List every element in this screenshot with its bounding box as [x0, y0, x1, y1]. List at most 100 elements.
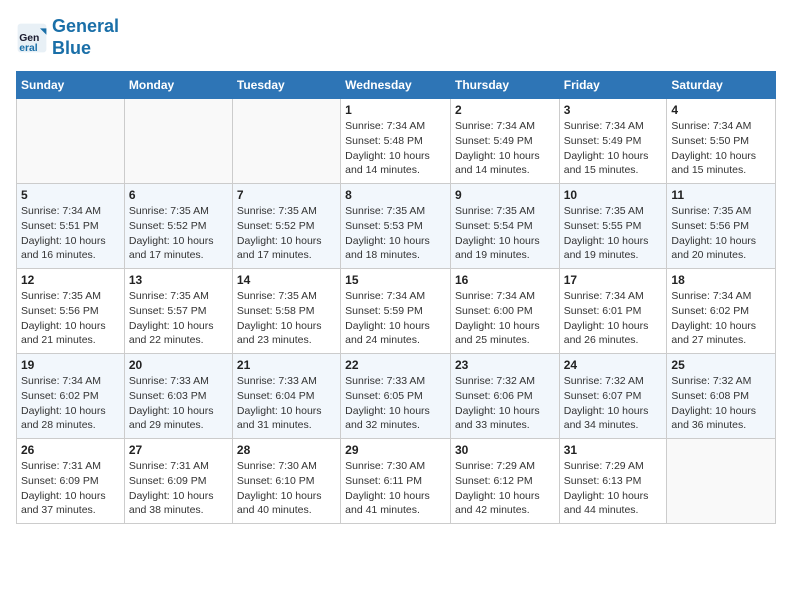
- day-info: Sunrise: 7:34 AMSunset: 5:50 PMDaylight:…: [671, 119, 771, 178]
- day-number: 26: [21, 443, 120, 457]
- day-info: Sunrise: 7:32 AMSunset: 6:07 PMDaylight:…: [564, 374, 663, 433]
- day-number: 20: [129, 358, 228, 372]
- calendar-cell: 28 Sunrise: 7:30 AMSunset: 6:10 PMDaylig…: [232, 439, 340, 524]
- calendar-table: SundayMondayTuesdayWednesdayThursdayFrid…: [16, 71, 776, 524]
- calendar-week-row: 5 Sunrise: 7:34 AMSunset: 5:51 PMDayligh…: [17, 184, 776, 269]
- day-number: 7: [237, 188, 336, 202]
- calendar-week-row: 19 Sunrise: 7:34 AMSunset: 6:02 PMDaylig…: [17, 354, 776, 439]
- day-number: 30: [455, 443, 555, 457]
- day-info: Sunrise: 7:33 AMSunset: 6:05 PMDaylight:…: [345, 374, 446, 433]
- calendar-cell: 23 Sunrise: 7:32 AMSunset: 6:06 PMDaylig…: [450, 354, 559, 439]
- day-number: 19: [21, 358, 120, 372]
- calendar-cell: 26 Sunrise: 7:31 AMSunset: 6:09 PMDaylig…: [17, 439, 125, 524]
- calendar-cell: 30 Sunrise: 7:29 AMSunset: 6:12 PMDaylig…: [450, 439, 559, 524]
- calendar-cell: [232, 99, 340, 184]
- day-number: 3: [564, 103, 663, 117]
- calendar-cell: 6 Sunrise: 7:35 AMSunset: 5:52 PMDayligh…: [124, 184, 232, 269]
- logo: Gen eral GeneralBlue: [16, 16, 119, 59]
- day-info: Sunrise: 7:35 AMSunset: 5:54 PMDaylight:…: [455, 204, 555, 263]
- day-info: Sunrise: 7:35 AMSunset: 5:52 PMDaylight:…: [237, 204, 336, 263]
- day-number: 10: [564, 188, 663, 202]
- day-info: Sunrise: 7:29 AMSunset: 6:12 PMDaylight:…: [455, 459, 555, 518]
- calendar-cell: 5 Sunrise: 7:34 AMSunset: 5:51 PMDayligh…: [17, 184, 125, 269]
- day-number: 28: [237, 443, 336, 457]
- calendar-cell: 1 Sunrise: 7:34 AMSunset: 5:48 PMDayligh…: [341, 99, 451, 184]
- logo-text: GeneralBlue: [52, 16, 119, 59]
- day-number: 16: [455, 273, 555, 287]
- day-number: 24: [564, 358, 663, 372]
- day-number: 18: [671, 273, 771, 287]
- logo-icon: Gen eral: [16, 22, 48, 54]
- calendar-cell: 24 Sunrise: 7:32 AMSunset: 6:07 PMDaylig…: [559, 354, 667, 439]
- day-info: Sunrise: 7:30 AMSunset: 6:10 PMDaylight:…: [237, 459, 336, 518]
- day-number: 14: [237, 273, 336, 287]
- day-info: Sunrise: 7:29 AMSunset: 6:13 PMDaylight:…: [564, 459, 663, 518]
- calendar-cell: 13 Sunrise: 7:35 AMSunset: 5:57 PMDaylig…: [124, 269, 232, 354]
- day-info: Sunrise: 7:35 AMSunset: 5:56 PMDaylight:…: [21, 289, 120, 348]
- day-number: 8: [345, 188, 446, 202]
- calendar-cell: 11 Sunrise: 7:35 AMSunset: 5:56 PMDaylig…: [667, 184, 776, 269]
- day-number: 15: [345, 273, 446, 287]
- header-wednesday: Wednesday: [341, 72, 451, 99]
- day-number: 11: [671, 188, 771, 202]
- day-number: 27: [129, 443, 228, 457]
- day-info: Sunrise: 7:33 AMSunset: 6:04 PMDaylight:…: [237, 374, 336, 433]
- day-number: 4: [671, 103, 771, 117]
- header-tuesday: Tuesday: [232, 72, 340, 99]
- calendar-week-row: 1 Sunrise: 7:34 AMSunset: 5:48 PMDayligh…: [17, 99, 776, 184]
- calendar-cell: 25 Sunrise: 7:32 AMSunset: 6:08 PMDaylig…: [667, 354, 776, 439]
- day-info: Sunrise: 7:34 AMSunset: 5:49 PMDaylight:…: [564, 119, 663, 178]
- calendar-cell: 21 Sunrise: 7:33 AMSunset: 6:04 PMDaylig…: [232, 354, 340, 439]
- day-info: Sunrise: 7:35 AMSunset: 5:57 PMDaylight:…: [129, 289, 228, 348]
- calendar-cell: [17, 99, 125, 184]
- day-info: Sunrise: 7:34 AMSunset: 5:48 PMDaylight:…: [345, 119, 446, 178]
- calendar-cell: 20 Sunrise: 7:33 AMSunset: 6:03 PMDaylig…: [124, 354, 232, 439]
- calendar-cell: 8 Sunrise: 7:35 AMSunset: 5:53 PMDayligh…: [341, 184, 451, 269]
- day-info: Sunrise: 7:34 AMSunset: 6:02 PMDaylight:…: [671, 289, 771, 348]
- calendar-cell: 10 Sunrise: 7:35 AMSunset: 5:55 PMDaylig…: [559, 184, 667, 269]
- header-friday: Friday: [559, 72, 667, 99]
- day-number: 2: [455, 103, 555, 117]
- day-number: 22: [345, 358, 446, 372]
- day-info: Sunrise: 7:34 AMSunset: 6:02 PMDaylight:…: [21, 374, 120, 433]
- day-info: Sunrise: 7:30 AMSunset: 6:11 PMDaylight:…: [345, 459, 446, 518]
- day-info: Sunrise: 7:34 AMSunset: 5:49 PMDaylight:…: [455, 119, 555, 178]
- header-saturday: Saturday: [667, 72, 776, 99]
- calendar-cell: 9 Sunrise: 7:35 AMSunset: 5:54 PMDayligh…: [450, 184, 559, 269]
- day-info: Sunrise: 7:34 AMSunset: 6:01 PMDaylight:…: [564, 289, 663, 348]
- calendar-cell: 15 Sunrise: 7:34 AMSunset: 5:59 PMDaylig…: [341, 269, 451, 354]
- day-info: Sunrise: 7:35 AMSunset: 5:52 PMDaylight:…: [129, 204, 228, 263]
- day-info: Sunrise: 7:35 AMSunset: 5:58 PMDaylight:…: [237, 289, 336, 348]
- day-info: Sunrise: 7:34 AMSunset: 5:59 PMDaylight:…: [345, 289, 446, 348]
- calendar-week-row: 12 Sunrise: 7:35 AMSunset: 5:56 PMDaylig…: [17, 269, 776, 354]
- calendar-cell: 7 Sunrise: 7:35 AMSunset: 5:52 PMDayligh…: [232, 184, 340, 269]
- day-number: 1: [345, 103, 446, 117]
- day-info: Sunrise: 7:35 AMSunset: 5:53 PMDaylight:…: [345, 204, 446, 263]
- calendar-cell: [667, 439, 776, 524]
- day-info: Sunrise: 7:34 AMSunset: 5:51 PMDaylight:…: [21, 204, 120, 263]
- calendar-week-row: 26 Sunrise: 7:31 AMSunset: 6:09 PMDaylig…: [17, 439, 776, 524]
- calendar-cell: 14 Sunrise: 7:35 AMSunset: 5:58 PMDaylig…: [232, 269, 340, 354]
- calendar-cell: 2 Sunrise: 7:34 AMSunset: 5:49 PMDayligh…: [450, 99, 559, 184]
- day-number: 31: [564, 443, 663, 457]
- header-sunday: Sunday: [17, 72, 125, 99]
- day-number: 13: [129, 273, 228, 287]
- calendar-cell: 16 Sunrise: 7:34 AMSunset: 6:00 PMDaylig…: [450, 269, 559, 354]
- day-number: 12: [21, 273, 120, 287]
- svg-text:eral: eral: [19, 42, 38, 53]
- header-thursday: Thursday: [450, 72, 559, 99]
- calendar-cell: 27 Sunrise: 7:31 AMSunset: 6:09 PMDaylig…: [124, 439, 232, 524]
- day-info: Sunrise: 7:33 AMSunset: 6:03 PMDaylight:…: [129, 374, 228, 433]
- day-info: Sunrise: 7:34 AMSunset: 6:00 PMDaylight:…: [455, 289, 555, 348]
- calendar-cell: 29 Sunrise: 7:30 AMSunset: 6:11 PMDaylig…: [341, 439, 451, 524]
- calendar-header-row: SundayMondayTuesdayWednesdayThursdayFrid…: [17, 72, 776, 99]
- day-number: 5: [21, 188, 120, 202]
- day-number: 6: [129, 188, 228, 202]
- calendar-cell: 17 Sunrise: 7:34 AMSunset: 6:01 PMDaylig…: [559, 269, 667, 354]
- calendar-cell: 3 Sunrise: 7:34 AMSunset: 5:49 PMDayligh…: [559, 99, 667, 184]
- day-number: 17: [564, 273, 663, 287]
- day-info: Sunrise: 7:32 AMSunset: 6:06 PMDaylight:…: [455, 374, 555, 433]
- day-number: 23: [455, 358, 555, 372]
- calendar-cell: 31 Sunrise: 7:29 AMSunset: 6:13 PMDaylig…: [559, 439, 667, 524]
- day-number: 21: [237, 358, 336, 372]
